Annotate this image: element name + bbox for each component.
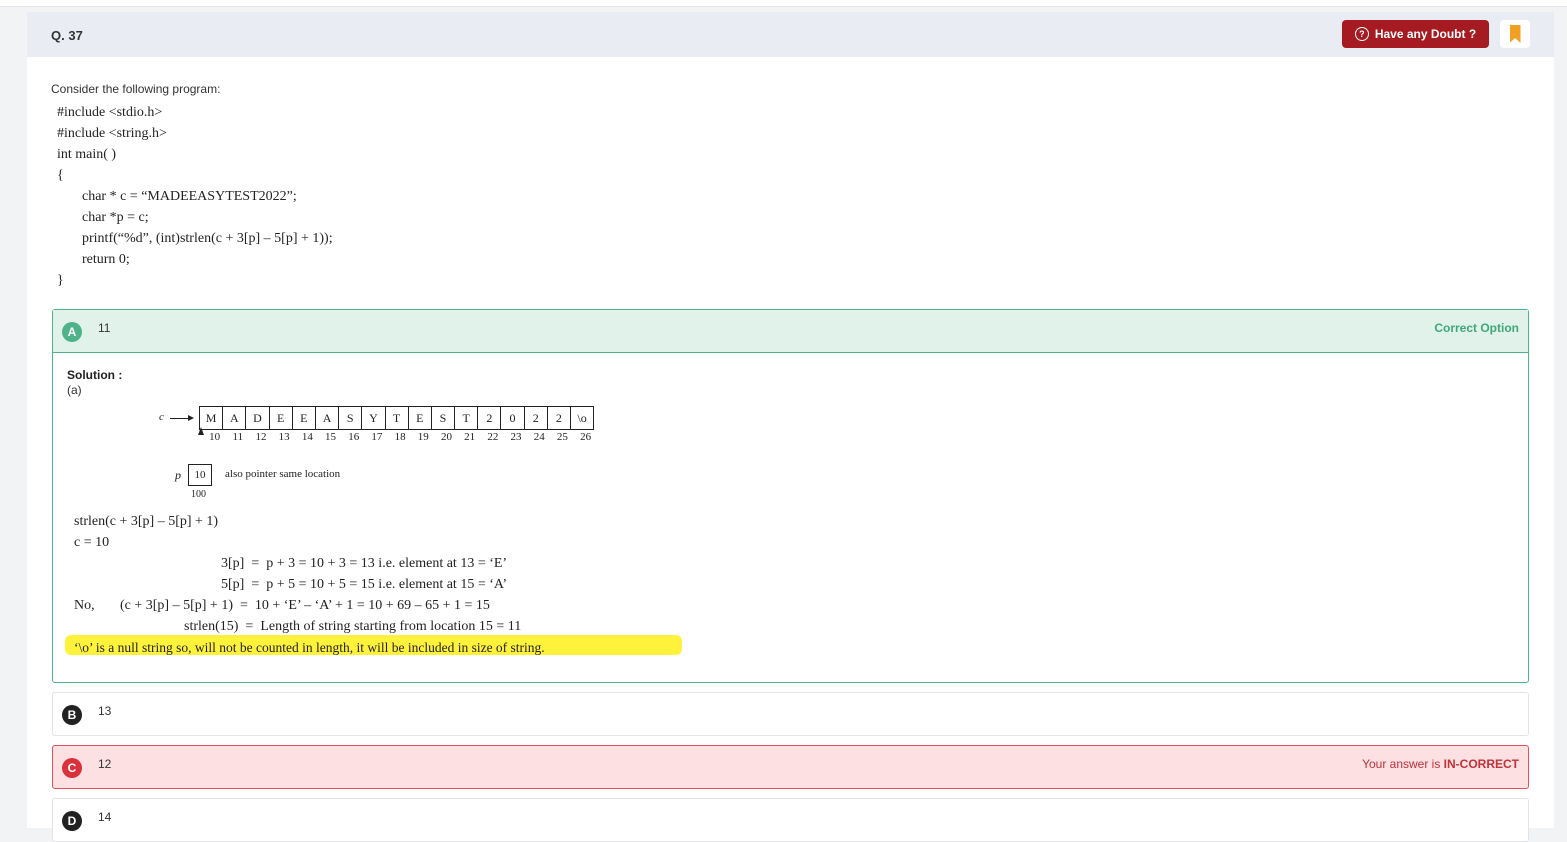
array-indices: 10 11 12 13 14 15 16 17 18 19 20 21 22 2…: [203, 431, 597, 443]
array-index: 15: [325, 431, 337, 443]
code-line: char *p = c;: [82, 210, 149, 225]
solution-line: (c + 3[p] – 5[p] + 1) = 10 + ‘E’ – ‘A’ +…: [120, 598, 490, 613]
option-d-text: 14: [98, 810, 112, 824]
bookmark-button[interactable]: [1500, 20, 1530, 48]
question-number: Q. 37: [51, 28, 83, 43]
code-block: #include <stdio.h> #include <string.h> i…: [57, 102, 333, 291]
code-line: return 0;: [82, 252, 130, 267]
incorrect-answer-label: Your answer is IN-CORRECT: [1362, 757, 1519, 771]
incorrect-status: IN-CORRECT: [1443, 757, 1519, 771]
pointer-p-address: 100: [191, 489, 206, 500]
code-line: }: [57, 273, 64, 288]
option-b-text: 13: [98, 704, 112, 718]
pointer-p-box: 10: [188, 464, 212, 486]
array-cell: S: [338, 406, 363, 430]
option-a-header: A 11 Correct Option: [53, 310, 1528, 353]
array-cell: E: [268, 406, 293, 430]
option-c-badge: C: [62, 758, 82, 778]
array-index: 25: [556, 431, 568, 443]
array-cell: 0: [500, 406, 525, 430]
array-index: 12: [255, 431, 267, 443]
solution-line-prefix: No,: [74, 598, 95, 613]
solution-line: 3[p] = p + 3 = 10 + 3 = 13 i.e. element …: [221, 556, 508, 571]
array-index: 21: [464, 431, 476, 443]
option-c[interactable]: C 12 Your answer is IN-CORRECT: [52, 745, 1529, 789]
question-bubble-icon: ?: [1354, 27, 1369, 41]
have-doubt-button[interactable]: ? Have any Doubt ?: [1342, 20, 1489, 48]
option-c-text: 12: [98, 757, 112, 771]
array-cell: T: [384, 406, 409, 430]
array-cell: 2: [523, 406, 548, 430]
option-d[interactable]: D 14: [52, 798, 1529, 842]
option-d-badge: D: [62, 811, 82, 831]
array-index: 17: [371, 431, 383, 443]
array-cell: M: [199, 406, 224, 430]
array-index: 14: [301, 431, 313, 443]
code-line: {: [57, 168, 64, 183]
solution-title: Solution :: [67, 368, 123, 382]
array-index: 16: [348, 431, 360, 443]
solution-line: strlen(15) = Length of string starting f…: [184, 619, 522, 634]
pointer-c-label: c: [159, 411, 164, 423]
array-index: 20: [440, 431, 452, 443]
array-index: 13: [278, 431, 290, 443]
string-array-diagram: M A D E E A S Y T E S T 2 0 2 2 \o: [199, 406, 595, 430]
array-cell: A: [222, 406, 247, 430]
array-index: 24: [533, 431, 545, 443]
solution-answer: (a): [67, 383, 82, 397]
incorrect-prefix: Your answer is: [1362, 757, 1444, 771]
bookmark-icon: [1509, 25, 1521, 43]
solution-line: 5[p] = p + 5 = 10 + 5 = 15 i.e. element …: [221, 577, 508, 592]
option-a-text: 11: [98, 321, 111, 335]
correct-option-label: Correct Option: [1434, 321, 1519, 335]
code-line: #include <stdio.h>: [57, 105, 163, 120]
top-divider: [0, 0, 1567, 7]
array-cell: S: [430, 406, 456, 430]
array-index: 23: [510, 431, 522, 443]
array-cell: T: [454, 406, 479, 430]
array-index: 10: [209, 431, 221, 443]
array-cell: D: [245, 406, 270, 430]
code-line: printf(“%d”, (int)strlen(c + 3[p] – 5[p]…: [82, 231, 333, 246]
pointer-p-label: p: [175, 468, 181, 482]
option-a-badge: A: [62, 322, 82, 342]
array-cell: 2: [477, 406, 502, 430]
option-b[interactable]: B 13: [52, 692, 1529, 736]
arrow-head-icon: [188, 415, 194, 421]
array-index: 22: [487, 431, 499, 443]
array-index: 11: [232, 431, 244, 443]
option-b-badge: B: [62, 705, 82, 725]
solution-line: c = 10: [74, 535, 110, 550]
array-index: 26: [580, 431, 592, 443]
question-card: Q. 37 ? Have any Doubt ? Consider the fo…: [27, 12, 1554, 842]
array-index: 18: [394, 431, 406, 443]
solution-line: strlen(c + 3[p] – 5[p] + 1): [74, 514, 219, 529]
array-cell: Y: [361, 406, 386, 430]
code-line: char * c = “MADEEASYTEST2022”;: [82, 189, 297, 204]
array-cell: \o: [570, 406, 595, 430]
array-cell: 2: [546, 406, 571, 430]
solution-note: ‘\o’ is a null string so, will not be co…: [74, 640, 545, 655]
pointer-p-note: also pointer same location: [225, 468, 341, 480]
question-header: Q. 37 ? Have any Doubt ?: [27, 12, 1554, 57]
code-line: int main( ): [57, 147, 117, 162]
question-intro: Consider the following program:: [51, 82, 221, 96]
code-line: #include <string.h>: [57, 126, 167, 141]
array-cell: E: [407, 406, 432, 430]
pointer-arrow: [170, 418, 190, 419]
array-index: 19: [417, 431, 429, 443]
array-cell: A: [314, 406, 340, 430]
array-cell: E: [291, 406, 316, 430]
option-a[interactable]: A 11 Correct Option Solution : (a) c M A…: [52, 309, 1529, 683]
have-doubt-label: Have any Doubt ?: [1374, 27, 1477, 41]
